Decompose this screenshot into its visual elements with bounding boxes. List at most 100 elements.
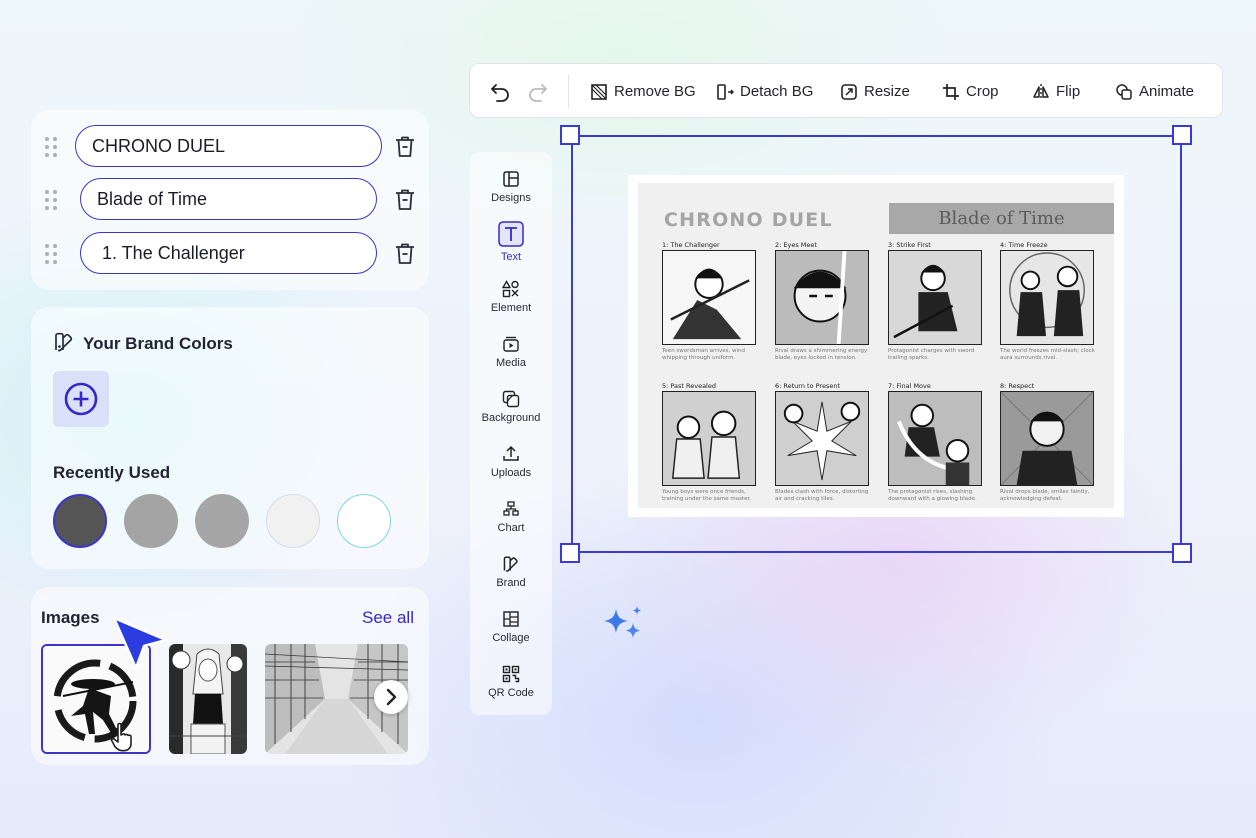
panel-caption[interactable]: 8: Respect xyxy=(1000,382,1034,390)
color-swatch[interactable] xyxy=(124,494,178,548)
panel-description[interactable]: Blades clash with force, distorting air … xyxy=(775,489,871,502)
chart-icon xyxy=(503,501,519,516)
color-swatch[interactable] xyxy=(53,494,107,548)
toolbar: Remove BG Detach BG Resize Crop Flip Ani… xyxy=(469,63,1223,118)
animate-button[interactable]: Animate xyxy=(1115,64,1194,119)
resize-icon xyxy=(841,83,857,100)
color-swatch[interactable] xyxy=(337,494,391,548)
crop-icon xyxy=(943,83,959,100)
color-swatch[interactable] xyxy=(266,494,320,548)
drag-handle-icon[interactable] xyxy=(45,244,59,264)
drag-handle-icon[interactable] xyxy=(45,137,59,157)
rail-item-brand[interactable]: Brand xyxy=(470,555,552,589)
resize-button[interactable]: Resize xyxy=(840,64,910,119)
text-layer-input[interactable]: 1. The Challenger xyxy=(80,232,377,274)
rail-item-background[interactable]: Background xyxy=(470,390,552,424)
rail-label: QR Code xyxy=(488,687,534,699)
comic-subtitle: Blade of Time xyxy=(938,208,1065,229)
remove-bg-button[interactable]: Remove BG xyxy=(590,64,696,119)
undo-icon xyxy=(491,83,509,102)
panel-description[interactable]: Teen swordsman arrives, wind whipping th… xyxy=(662,348,758,361)
panel-caption[interactable]: 1: The Challenger xyxy=(662,241,720,249)
redo-button[interactable] xyxy=(526,64,556,119)
animate-icon xyxy=(1116,83,1132,100)
see-all-link[interactable]: See all xyxy=(362,608,414,628)
panel-caption[interactable]: 4: Time Freeze xyxy=(1000,241,1048,249)
rail-item-qr-code[interactable]: QR Code xyxy=(470,665,552,699)
text-layer-row[interactable]: 1. The Challenger xyxy=(31,231,429,277)
comic-panel-image[interactable] xyxy=(888,391,982,486)
flip-button[interactable]: Flip xyxy=(1032,64,1080,119)
rail-label: Brand xyxy=(496,577,526,589)
text-layer-row[interactable]: CHRONO DUEL xyxy=(31,124,429,170)
qr-code-icon xyxy=(502,665,520,683)
image-thumbnail-girl[interactable] xyxy=(169,644,247,754)
comic-title[interactable]: CHRONO DUEL xyxy=(664,209,833,231)
rail-item-text[interactable]: Text xyxy=(470,221,552,263)
panel-caption[interactable]: 3: Strike First xyxy=(888,241,931,249)
undo-button[interactable] xyxy=(488,64,518,119)
detach-bg-label: Detach BG xyxy=(740,83,814,100)
drag-handle-icon[interactable] xyxy=(45,190,59,210)
next-images-button[interactable] xyxy=(374,680,408,714)
trash-icon[interactable] xyxy=(393,241,417,267)
rail-item-collage[interactable]: Collage xyxy=(470,610,552,644)
trash-icon[interactable] xyxy=(393,187,417,213)
panel-caption[interactable]: 2: Eyes Meet xyxy=(775,241,817,249)
comic-panel-image[interactable] xyxy=(1000,250,1094,345)
panel-caption[interactable]: 6: Return to Present xyxy=(775,382,840,390)
brand-colors-panel: Your Brand Colors Recently Used xyxy=(31,307,429,569)
detach-bg-button[interactable]: Detach BG xyxy=(716,64,813,119)
flip-icon xyxy=(1033,83,1049,100)
element-icon xyxy=(502,280,519,298)
panel-description[interactable]: Protagonist charges with sword trailing … xyxy=(888,348,984,361)
crop-button[interactable]: Crop xyxy=(942,64,999,119)
comic-panel-image[interactable] xyxy=(775,391,869,486)
cursor-arrow-icon xyxy=(112,614,168,675)
side-rail: Designs Text Element Media Background Up… xyxy=(470,152,552,715)
comic-panel-image[interactable] xyxy=(662,391,756,486)
animate-label: Animate xyxy=(1139,83,1195,100)
resize-handle-top-left[interactable] xyxy=(560,125,580,145)
hand-pointer-icon xyxy=(110,722,136,757)
resize-handle-bottom-left[interactable] xyxy=(560,543,580,563)
text-layer-input[interactable]: Blade of Time xyxy=(80,178,377,220)
redo-icon xyxy=(529,83,547,102)
text-layer-row[interactable]: Blade of Time xyxy=(31,177,429,223)
comic-panel-image[interactable] xyxy=(888,250,982,345)
comic-panel-image[interactable] xyxy=(1000,391,1094,486)
comic-page[interactable]: CHRONO DUEL Blade of Time 1: The Challen… xyxy=(628,175,1124,517)
text-layer-input[interactable]: CHRONO DUEL xyxy=(75,125,382,167)
panel-description[interactable]: The protagonist rises, slashing downward… xyxy=(888,489,984,502)
remove-bg-label: Remove BG xyxy=(614,83,696,100)
panel-description[interactable]: Rival drops blade, smiles faintly, ackno… xyxy=(1000,489,1096,502)
comic-panel-image[interactable] xyxy=(662,250,756,345)
panel-caption[interactable]: 7: Final Move xyxy=(888,382,931,390)
plus-circle-icon xyxy=(64,382,98,416)
recently-used-title: Recently Used xyxy=(53,463,171,482)
panel-caption[interactable]: 5: Past Revealed xyxy=(662,382,716,390)
resize-handle-top-right[interactable] xyxy=(1172,125,1192,145)
designs-icon xyxy=(503,171,519,187)
add-brand-color-button[interactable] xyxy=(53,371,109,427)
comic-panel-image[interactable] xyxy=(775,250,869,345)
rail-item-element[interactable]: Element xyxy=(470,280,552,314)
color-swatch[interactable] xyxy=(195,494,249,548)
panel-description[interactable]: Young boys were once friends, training u… xyxy=(662,489,758,502)
panel-description[interactable]: The world freezes mid-slash; clock aura … xyxy=(1000,348,1096,361)
rail-item-designs[interactable]: Designs xyxy=(470,170,552,204)
trash-icon[interactable] xyxy=(393,134,417,160)
resize-handle-bottom-right[interactable] xyxy=(1172,543,1192,563)
rail-item-chart[interactable]: Chart xyxy=(470,500,552,534)
comic-subtitle-box[interactable]: Blade of Time xyxy=(889,203,1114,234)
background-icon xyxy=(502,390,520,408)
brand-colors-title: Your Brand Colors xyxy=(83,334,233,353)
rail-item-uploads[interactable]: Uploads xyxy=(470,445,552,479)
rail-item-media[interactable]: Media xyxy=(470,335,552,369)
rail-label: Uploads xyxy=(490,467,532,479)
resize-label: Resize xyxy=(864,83,910,100)
flip-label: Flip xyxy=(1056,83,1081,100)
detach-bg-icon xyxy=(717,83,734,100)
rail-label: Media xyxy=(496,357,526,369)
panel-description[interactable]: Rival draws a shimmering energy blade, e… xyxy=(775,348,871,361)
